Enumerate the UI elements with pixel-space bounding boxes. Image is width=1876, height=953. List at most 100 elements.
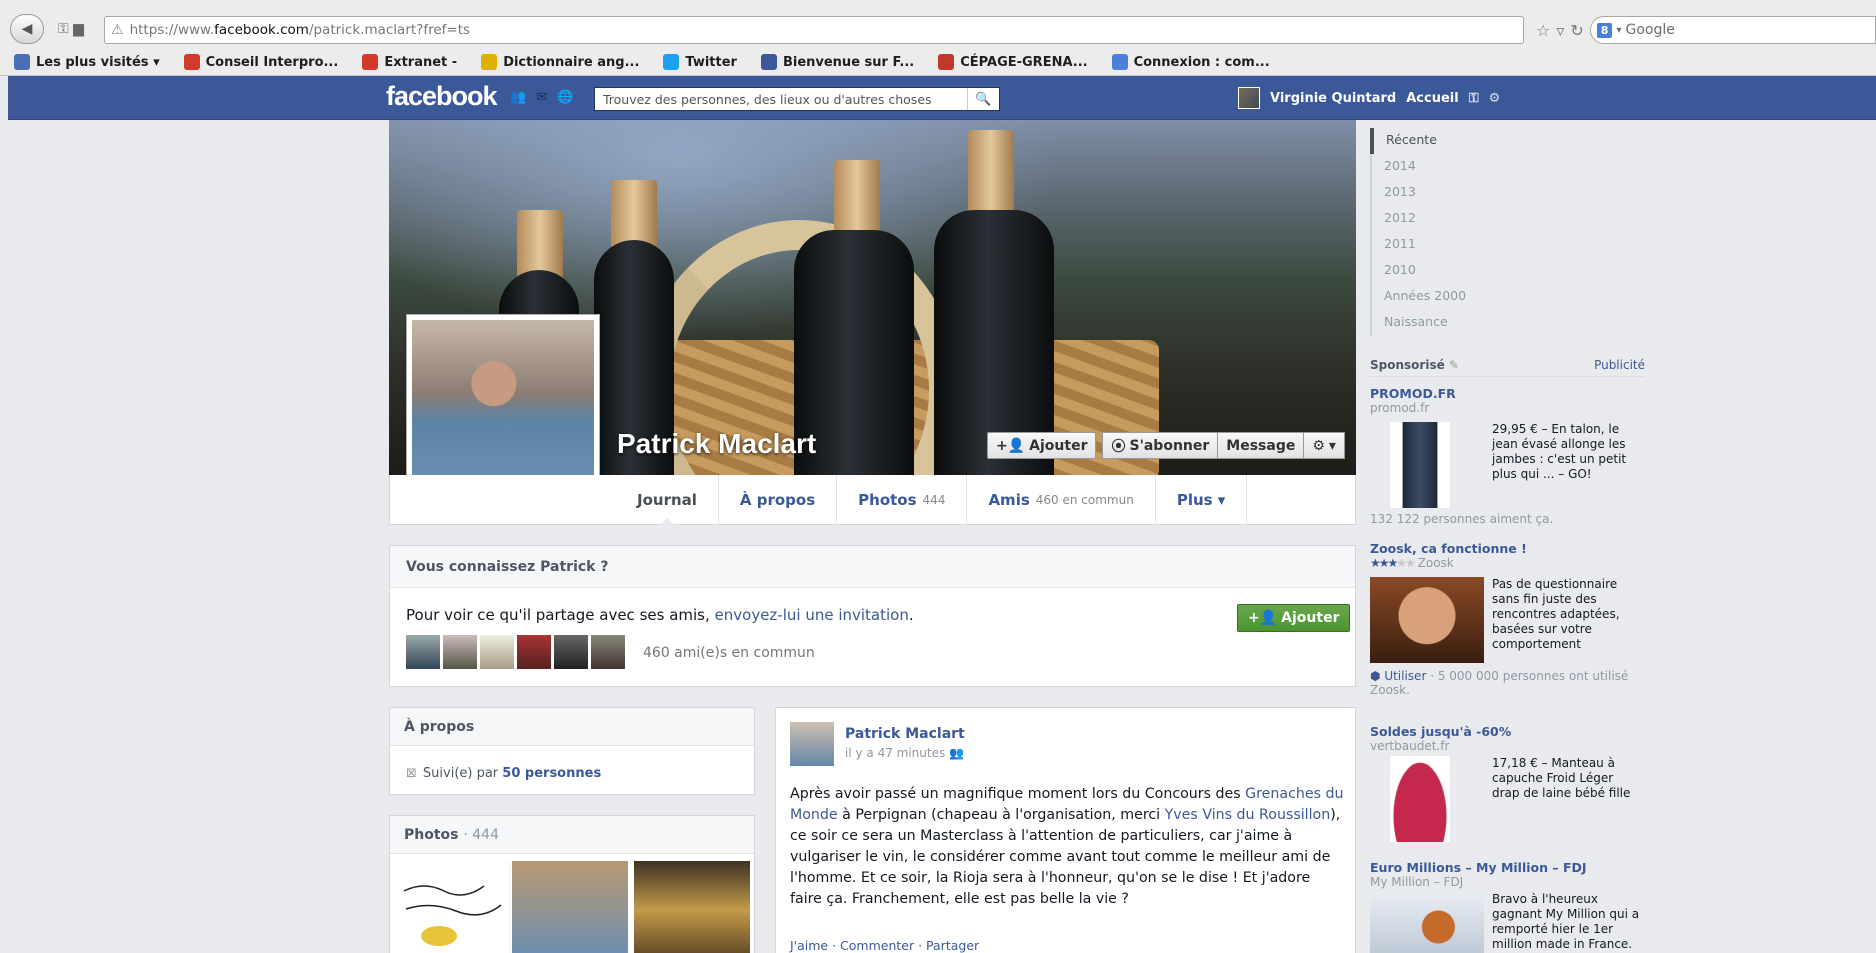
settings-gear-icon[interactable]: ⚙ (1489, 91, 1501, 106)
followers-link[interactable]: 50 personnes (502, 766, 601, 781)
bookmark-item[interactable]: Twitter (663, 54, 737, 70)
post-link-yves-vins[interactable]: Yves Vins du Roussillon (1165, 807, 1331, 823)
more-options-button[interactable]: ⚙ ▾ (1304, 432, 1345, 459)
message-button[interactable]: Message (1218, 432, 1305, 459)
photos-card: Photos · 444 (389, 815, 755, 953)
friend-suggestion-box: Vous connaissez Patrick ? Pour voir ce q… (389, 545, 1356, 687)
profile-tab-label: Journal (637, 491, 697, 509)
history-dropdown-icon[interactable]: ▿ (1556, 21, 1564, 40)
follow-button[interactable]: ⦿ S'abonner (1102, 432, 1219, 459)
timeline-year-item[interactable]: 2011 (1372, 232, 1478, 258)
photos-card-title[interactable]: Photos (404, 827, 459, 843)
bookmark-label: CÉPAGE-GRENA... (960, 54, 1088, 70)
invite-text-prefix: Pour voir ce qu'il partage avec ses amis… (406, 606, 715, 624)
timeline-year-item[interactable]: 2010 (1372, 258, 1478, 284)
ad-image[interactable] (1370, 892, 1484, 953)
bookmark-item[interactable]: Dictionnaire ang... (481, 54, 639, 70)
facebook-search-input[interactable]: Trouvez des personnes, des lieux ou d'au… (594, 87, 1000, 111)
timeline-year-item[interactable]: Années 2000 (1372, 284, 1478, 310)
privacy-shortcuts-icon[interactable]: ⚿ (1469, 91, 1479, 106)
user-avatar[interactable] (1238, 87, 1260, 109)
send-invitation-link[interactable]: envoyez-lui une invitation (715, 606, 909, 624)
post-time-text: il y a 47 minutes (845, 746, 946, 760)
home-link[interactable]: Accueil (1406, 91, 1458, 106)
ad-title[interactable]: Zoosk, ca fonctionne ! (1370, 541, 1645, 556)
ad-title[interactable]: Soldes jusqu'à -60% (1370, 724, 1645, 739)
ad-image[interactable] (1370, 577, 1484, 663)
like-link[interactable]: J'aime (790, 938, 828, 953)
bookmark-item[interactable]: Conseil Interpro... (183, 54, 338, 70)
mutual-friend-thumbnail[interactable] (554, 635, 588, 669)
back-button[interactable]: ◀ (10, 14, 44, 44)
ad-domain: My Million – FDJ (1370, 875, 1464, 889)
timeline-year-item[interactable]: 2014 (1372, 154, 1478, 180)
extranet-favicon-icon (362, 54, 379, 70)
profile-tab[interactable]: Photos 444 (837, 475, 968, 525)
bookmark-item[interactable]: CÉPAGE-GRENA... (938, 54, 1088, 70)
mutual-friend-thumbnail[interactable] (406, 635, 440, 669)
bookmark-item[interactable]: Bienvenue sur F... (760, 54, 914, 70)
about-card-title[interactable]: À propos (390, 708, 754, 746)
ad-title[interactable]: PROMOD.FR (1370, 386, 1645, 401)
post-timestamp[interactable]: il y a 47 minutes 👥 (845, 746, 964, 760)
wordreference-favicon-icon (481, 54, 498, 70)
photo-thumbnail[interactable] (512, 861, 628, 953)
profile-tab[interactable]: Journal (616, 475, 719, 526)
comment-link[interactable]: Commenter (840, 938, 914, 953)
create-ad-link[interactable]: Publicité (1594, 358, 1645, 372)
add-friend-button[interactable]: +👤 Ajouter (987, 432, 1097, 459)
friend-suggestion-text: Pour voir ce qu'il partage avec ses amis… (406, 606, 914, 624)
rating-stars: ★★★★★ (1370, 556, 1416, 570)
facebook-favicon-icon (760, 54, 777, 70)
share-link[interactable]: Partager (926, 938, 979, 953)
reload-icon[interactable]: ↻ (1570, 21, 1583, 40)
friend-requests-icon[interactable]: 👥 (510, 90, 526, 105)
gear-icon: ⚙ (1312, 437, 1325, 454)
timeline-year-item[interactable]: Naissance (1372, 310, 1478, 336)
profile-tab[interactable]: Amis 460 en commun (967, 475, 1156, 525)
profile-tab[interactable]: À propos (719, 475, 838, 525)
mutual-friend-thumbnail[interactable] (443, 635, 477, 669)
bookmark-item[interactable]: Connexion : com... (1111, 54, 1270, 70)
timeline-year-item[interactable]: 2012 (1372, 206, 1478, 232)
add-friend-icon: +👤 (1248, 610, 1278, 626)
bookmark-item[interactable]: Extranet - (362, 54, 457, 70)
star-icon[interactable]: ☆ (1536, 21, 1550, 40)
add-friend-green-button[interactable]: +👤 Ajouter (1237, 604, 1351, 632)
ad-image[interactable] (1390, 422, 1450, 508)
profile-tab-label: Plus ▾ (1176, 491, 1226, 509)
mutual-friend-thumbnail[interactable] (480, 635, 514, 669)
timeline-year-item[interactable]: 2013 (1372, 180, 1478, 206)
timeline-year-item[interactable]: Récente (1370, 128, 1478, 154)
folder-icon (14, 54, 30, 70)
post-author-name[interactable]: Patrick Maclart (845, 726, 965, 742)
mutual-friend-thumbnail[interactable] (591, 635, 625, 669)
connexion-favicon-icon (1111, 54, 1128, 70)
photo-thumbnail[interactable] (394, 861, 510, 953)
ad-item[interactable]: Euro Millions – My Million – FDJ My Mill… (1370, 860, 1645, 953)
site-identity-button[interactable]: ⚿ ▆ (48, 14, 94, 44)
search-icon[interactable]: 🔍 (967, 88, 999, 110)
post-author-avatar[interactable] (790, 722, 834, 766)
photo-thumbnail[interactable] (634, 861, 750, 953)
use-app-link[interactable]: Utiliser (1384, 669, 1426, 683)
sponsored-label: Sponsorisé ✎ (1370, 358, 1459, 372)
facebook-logo[interactable]: facebook (386, 81, 498, 112)
profile-name[interactable]: Patrick Maclart (617, 428, 816, 460)
profile-tab[interactable]: Plus ▾ (1156, 475, 1248, 525)
ad-item[interactable]: PROMOD.FR promod.fr 29,95 € – En talon, … (1370, 386, 1645, 531)
bookmark-item[interactable]: Les plus visités ▾ (14, 54, 160, 70)
messages-icon[interactable]: ✉ (536, 90, 547, 105)
ad-title[interactable]: Euro Millions – My Million – FDJ (1370, 860, 1645, 875)
notifications-icon[interactable]: 🌐 (557, 90, 573, 105)
post-text-part: Après avoir passé un magnifique moment l… (790, 786, 1246, 802)
address-field[interactable]: ⚠ https://www. facebook.com/patrick.macla… (104, 16, 1524, 44)
post-actions: J'aime · Commenter · Partager (790, 938, 980, 953)
mutual-friend-thumbnail[interactable] (517, 635, 551, 669)
mutual-friends-count[interactable]: 460 ami(e)s en commun (643, 645, 815, 661)
ad-item[interactable]: Soldes jusqu'à -60% vertbaudet.fr 17,18 … (1370, 724, 1645, 844)
user-name-link[interactable]: Virginie Quintard (1270, 91, 1396, 106)
ad-image[interactable] (1390, 756, 1450, 842)
search-engine-box[interactable]: 8 ▾ Google (1589, 16, 1876, 44)
ad-item[interactable]: Zoosk, ca fonctionne ! ★★★★★ Zoosk Pas d… (1370, 541, 1645, 701)
